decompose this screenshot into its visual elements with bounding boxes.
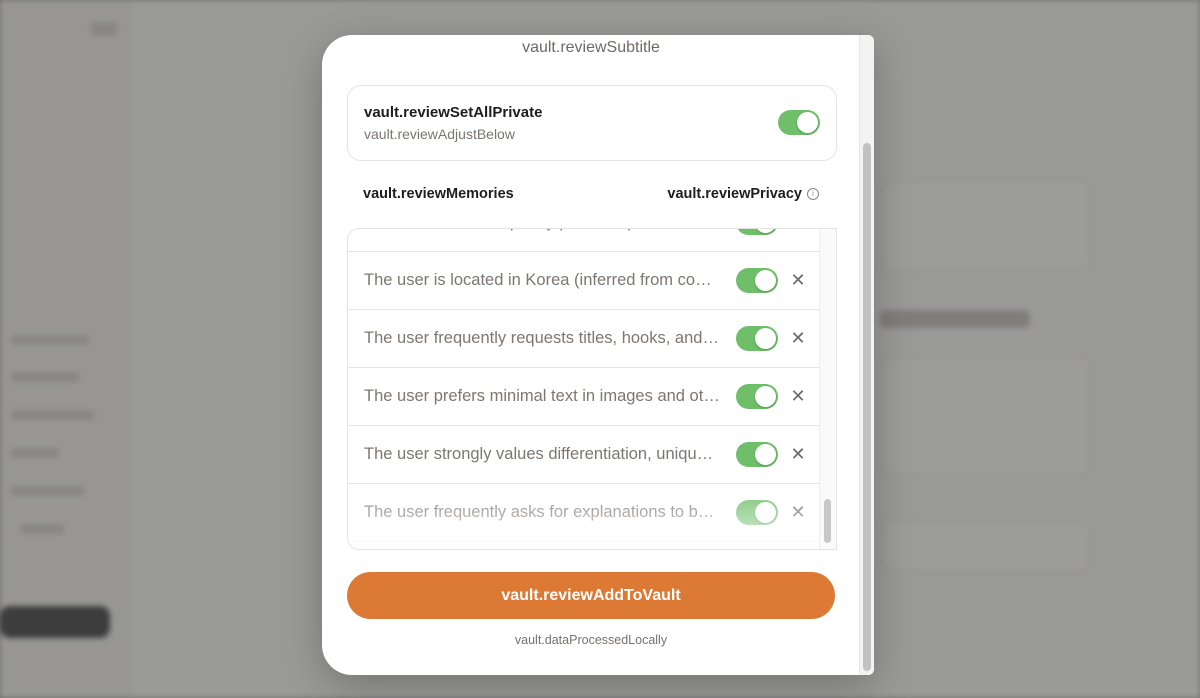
remove-memory-icon[interactable]: ✕ <box>788 384 808 408</box>
memories-list-scrollbar[interactable] <box>819 229 836 549</box>
memory-privacy-toggle[interactable] <box>736 384 778 409</box>
remove-memory-icon[interactable]: ✕ <box>788 229 808 234</box>
memories-column-header: vault.reviewMemories <box>363 186 514 202</box>
memory-privacy-toggle[interactable] <box>736 229 778 235</box>
data-processed-locally-note: vault.dataProcessedLocally <box>514 633 668 647</box>
memory-privacy-toggle[interactable] <box>736 268 778 293</box>
memory-row: The user is located in Korea (inferred f… <box>348 252 820 310</box>
remove-memory-icon[interactable]: ✕ <box>788 442 808 466</box>
review-memories-dialog: vault.reviewSubtitle vault.reviewSetAllP… <box>322 35 874 675</box>
memory-privacy-toggle[interactable] <box>736 442 778 467</box>
dialog-subtitle: vault.reviewSubtitle <box>522 39 660 56</box>
add-to-vault-button[interactable]: vault.reviewAddToVault <box>347 572 835 619</box>
memory-row: The user strongly values differentiation… <box>348 426 820 484</box>
memory-privacy-toggle[interactable] <box>736 500 778 525</box>
remove-memory-icon[interactable]: ✕ <box>788 326 808 350</box>
set-all-private-card: vault.reviewSetAllPrivate vault.reviewAd… <box>347 85 837 161</box>
set-all-private-toggle[interactable] <box>778 110 820 135</box>
dialog-scrollbar[interactable] <box>859 35 874 675</box>
memories-list[interactable]: The user has not explicitly provided per… <box>347 228 837 550</box>
memory-row: The user has not explicitly provided per… <box>348 229 820 252</box>
memory-row: The user prefers minimal text in images … <box>348 368 820 426</box>
set-all-private-title: vault.reviewSetAllPrivate <box>364 104 543 121</box>
memory-text: The user frequently requests titles, hoo… <box>364 329 720 347</box>
set-all-private-subtitle: vault.reviewAdjustBelow <box>364 126 515 142</box>
memory-privacy-toggle[interactable] <box>736 326 778 351</box>
remove-memory-icon[interactable]: ✕ <box>788 268 808 292</box>
memory-text: The user has not explicitly provided per… <box>364 229 720 232</box>
info-icon[interactable]: i <box>807 188 819 200</box>
memory-text: The user is located in Korea (inferred f… <box>364 271 720 289</box>
remove-memory-icon[interactable]: ✕ <box>788 500 808 524</box>
memory-row: The user frequently asks for explanation… <box>348 484 820 542</box>
memory-text: The user strongly values differentiation… <box>364 445 720 463</box>
memory-text: The user frequently asks for explanation… <box>364 503 720 521</box>
privacy-column-header: vault.reviewPrivacy i <box>667 186 819 202</box>
memory-row: The user frequently requests titles, hoo… <box>348 310 820 368</box>
memory-text: The user prefers minimal text in images … <box>364 387 720 405</box>
privacy-column-label: vault.reviewPrivacy <box>667 186 802 202</box>
